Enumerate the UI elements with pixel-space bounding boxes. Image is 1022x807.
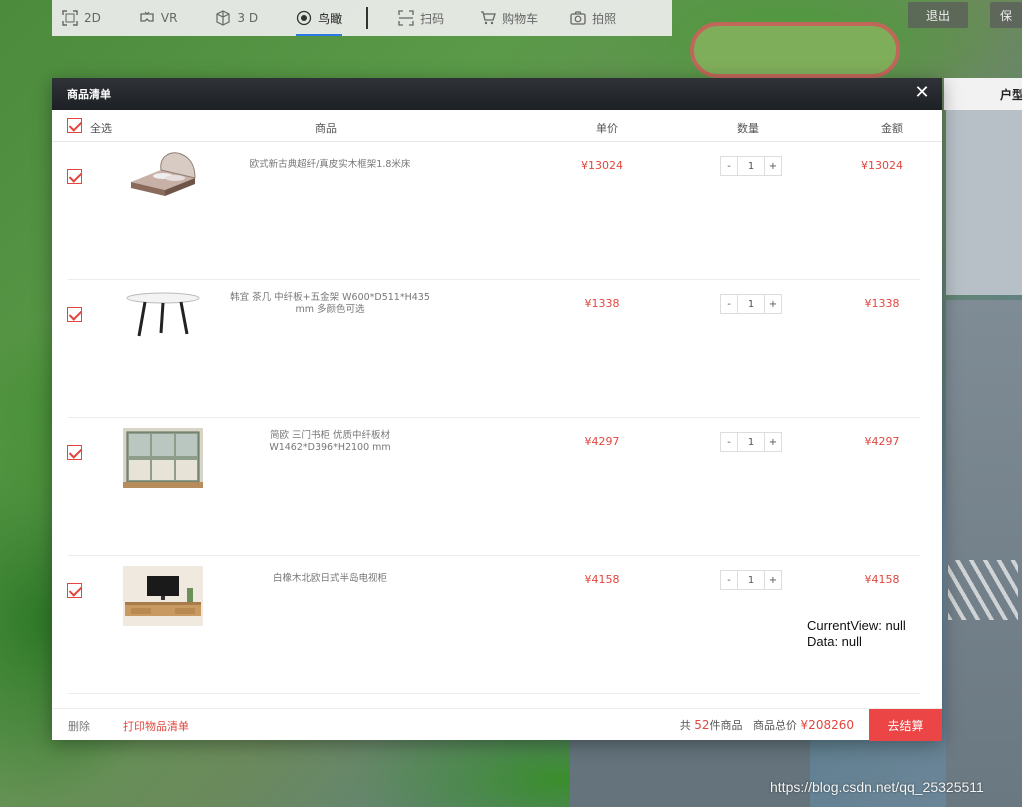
quantity-stepper: - 1 +: [720, 432, 782, 452]
modal-header: 商品清单 ✕: [52, 78, 942, 110]
vr-headset-icon: [140, 11, 154, 22]
tab-3d-label: 3 D: [237, 11, 259, 25]
qty-value[interactable]: 1: [737, 295, 765, 313]
qty-minus-button[interactable]: -: [721, 157, 737, 175]
tab-3d[interactable]: 3 D: [205, 0, 268, 36]
quantity-stepper: - 1 +: [720, 294, 782, 314]
road-bottom: [570, 740, 810, 807]
qty-plus-button[interactable]: +: [765, 571, 781, 589]
col-amount: 金额: [881, 122, 903, 135]
print-list-button[interactable]: 打印物品清单: [123, 718, 189, 734]
table-row: 简欧 三门书柜 优质中纤板材 W1462*D396*H2100 mm ¥4297…: [52, 418, 942, 556]
qty-minus-button[interactable]: -: [721, 295, 737, 313]
count-prefix: 共: [679, 719, 691, 732]
frame-icon: [62, 10, 78, 26]
qty-value[interactable]: 1: [737, 571, 765, 589]
modal-footer: 删除 打印物品清单 共 52件商品 商品总价 ¥208260 去结算: [52, 708, 942, 741]
tab-cart-label: 购物车: [502, 11, 539, 26]
column-header: 全选 商品 单价 数量 金额: [52, 110, 942, 142]
product-name: 欧式新古典超纤/真皮实木框架1.8米床: [249, 159, 411, 170]
stadium-field: [690, 22, 900, 78]
qty-minus-button[interactable]: -: [721, 571, 737, 589]
road-right: [946, 300, 1022, 807]
debug-data: Data: null: [807, 634, 862, 649]
exit-button[interactable]: 退出: [908, 2, 968, 28]
scan-icon: [398, 10, 414, 26]
bookcase-image: [123, 428, 203, 488]
count-suffix: 件商品: [709, 719, 743, 732]
debug-overlay: CurrentView: null Data: null: [807, 618, 906, 650]
product-name: 简欧 三门书柜 优质中纤板材 W1462*D396*H2100 mm: [269, 430, 391, 453]
tab-photo-label: 拍照: [592, 11, 617, 26]
watermark: https://blog.csdn.net/qq_25325511: [770, 779, 984, 795]
unit-price: ¥4158: [584, 573, 620, 586]
tab-2d[interactable]: 2D: [52, 0, 111, 36]
row-checkbox[interactable]: [67, 307, 82, 322]
row-amount: ¥4297: [864, 435, 900, 448]
total-label: 商品总价: [753, 719, 798, 732]
row-checkbox[interactable]: [67, 445, 82, 460]
modal-title: 商品清单: [67, 88, 111, 101]
product-name: 韩宜 茶几 中纤板+五金架 W600*D511*H435 mm 多颜色可选: [230, 292, 430, 315]
qty-minus-button[interactable]: -: [721, 433, 737, 451]
table-row: 欧式新古典超纤/真皮实木框架1.8米床 ¥13024 - 1 + ¥13024: [52, 142, 942, 280]
close-icon[interactable]: ✕: [914, 84, 930, 102]
delete-button[interactable]: 删除: [68, 718, 90, 734]
select-all-label[interactable]: 全选: [90, 120, 112, 136]
col-unit-price: 单价: [596, 122, 618, 135]
tab-cart[interactable]: 购物车: [470, 0, 548, 36]
unit-price: ¥4297: [584, 435, 620, 448]
row-amount: ¥4158: [864, 573, 900, 586]
col-quantity: 数量: [737, 122, 759, 135]
qty-value[interactable]: 1: [737, 433, 765, 451]
tab-scan[interactable]: 扫码: [388, 0, 454, 36]
table-row: 韩宜 茶几 中纤板+五金架 W600*D511*H435 mm 多颜色可选 ¥1…: [52, 280, 942, 418]
unit-price: ¥13024: [581, 159, 623, 172]
side-panel-title: 户型: [944, 78, 1022, 110]
tab-vr-label: VR: [160, 11, 178, 25]
col-product: 商品: [315, 122, 337, 135]
tab-scan-label: 扫码: [420, 11, 445, 26]
row-checkbox[interactable]: [67, 583, 82, 598]
qty-plus-button[interactable]: +: [765, 295, 781, 313]
row-amount: ¥1338: [864, 297, 900, 310]
tab-photo[interactable]: 拍照: [560, 0, 626, 36]
tab-aerial-label: 鸟瞰: [318, 11, 343, 26]
camera-icon: [570, 11, 586, 25]
bed-image: [131, 152, 196, 196]
tab-vr[interactable]: VR: [129, 0, 188, 36]
view-toolbar: 2D VR 3 D 鸟瞰 扫码 购物车 拍照: [52, 0, 672, 36]
unit-price: ¥1338: [584, 297, 620, 310]
product-name: 白橡木北欧日式半岛电视柜: [272, 573, 387, 584]
tv-cabinet-image: [123, 566, 203, 626]
qty-value[interactable]: 1: [737, 157, 765, 175]
row-amount: ¥13024: [861, 159, 903, 172]
aerial-view-icon: [296, 10, 312, 26]
coffee-table-image: [126, 292, 200, 337]
checkout-button[interactable]: 去结算: [869, 709, 942, 741]
row-checkbox[interactable]: [67, 169, 82, 184]
cube-icon: [216, 10, 231, 26]
building-roof: [946, 110, 1022, 295]
item-count: 52: [694, 718, 710, 732]
row-divider: [68, 693, 920, 694]
select-all-checkbox[interactable]: [67, 118, 82, 133]
quantity-stepper: - 1 +: [720, 156, 782, 176]
toolbar-divider: [366, 7, 369, 29]
tab-2d-label: 2D: [84, 11, 101, 25]
save-button[interactable]: 保: [990, 2, 1022, 28]
qty-plus-button[interactable]: +: [765, 157, 781, 175]
total-price: ¥208260: [800, 718, 854, 732]
quantity-stepper: - 1 +: [720, 570, 782, 590]
tab-aerial[interactable]: 鸟瞰: [286, 0, 352, 36]
order-summary: 共 52件商品 商品总价 ¥208260: [680, 717, 854, 733]
qty-plus-button[interactable]: +: [765, 433, 781, 451]
debug-current-view: CurrentView: null: [807, 618, 906, 633]
cart-icon: [481, 11, 497, 25]
crosswalk: [948, 560, 1018, 620]
